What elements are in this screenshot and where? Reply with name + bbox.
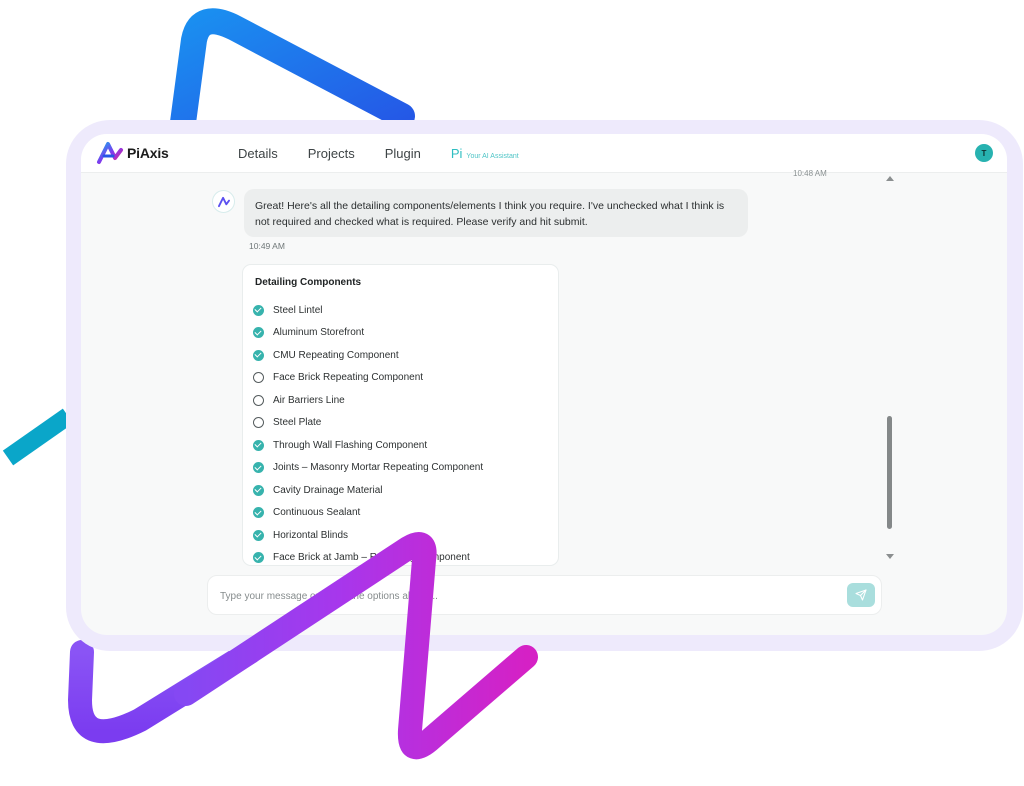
nav-pi-subtitle: Your AI Assistant [466, 152, 519, 160]
top-navigation-bar: PiAxis Details Projects Plugin Pi Your A… [81, 134, 1007, 173]
checkbox-checked[interactable] [253, 349, 264, 361]
checkbox-checked[interactable] [253, 484, 264, 496]
scrollbar-thumb[interactable] [887, 416, 892, 529]
send-icon [855, 589, 867, 601]
component-label: Steel Plate [273, 417, 322, 429]
component-item[interactable]: Through Wall Flashing Component [253, 434, 483, 457]
component-item[interactable]: Aluminum Storefront [253, 322, 483, 345]
component-item[interactable]: Face Brick Repeating Component [253, 367, 483, 390]
chevron-up-icon[interactable] [886, 176, 894, 181]
checkbox-unchecked[interactable] [253, 417, 264, 429]
blue-triangle-stroke [169, 8, 415, 143]
component-item[interactable]: CMU Repeating Component [253, 344, 483, 367]
component-label: Through Wall Flashing Component [273, 439, 428, 451]
component-item[interactable]: Horizontal Blinds [253, 524, 483, 547]
component-label: Cavity Drainage Material [273, 484, 383, 496]
cyan-stroke [2, 408, 74, 466]
nav-plugin[interactable]: Plugin [385, 146, 421, 161]
checkbox-checked[interactable] [253, 529, 264, 541]
nav-projects[interactable]: Projects [308, 146, 355, 161]
component-item[interactable]: Continuous Sealant [253, 502, 483, 525]
checkbox-checked[interactable] [253, 327, 264, 339]
app-window: PiAxis Details Projects Plugin Pi Your A… [81, 134, 1007, 635]
components-checklist: Steel Lintel Aluminum Storefront CMU Repea… [253, 299, 483, 566]
message-composer [207, 575, 882, 616]
component-label: Face Brick Repeating Component [273, 372, 424, 384]
piaxis-small-logo-icon [217, 196, 230, 207]
nav-details[interactable]: Details [238, 146, 278, 161]
main-nav: Details Projects Plugin Pi Your AI Assis… [238, 134, 519, 172]
component-label: Steel Lintel [273, 304, 323, 316]
component-item[interactable]: Cavity Drainage Material [253, 479, 483, 502]
detailing-components-card: Detailing Components Steel Lintel Aluminu… [242, 264, 559, 566]
component-item[interactable]: Face Brick at Jamb – Repeating Component [253, 547, 483, 566]
piaxis-logo-icon [97, 142, 123, 164]
message-input[interactable] [218, 576, 822, 616]
component-label: CMU Repeating Component [273, 349, 399, 361]
component-item[interactable]: Air Barriers Line [253, 389, 483, 412]
checkbox-checked[interactable] [253, 507, 264, 519]
card-title: Detailing Components [255, 277, 362, 288]
message-timestamp: 10:49 AM [249, 241, 285, 251]
chevron-down-icon[interactable] [886, 554, 894, 559]
chat-scrollbar[interactable] [885, 174, 895, 564]
assistant-message-bubble: Great! Here's all the detailing componen… [244, 189, 748, 237]
checkbox-unchecked[interactable] [253, 372, 264, 384]
checkbox-unchecked[interactable] [253, 394, 264, 406]
component-label: Joints – Masonry Mortar Repeating Compon… [273, 462, 484, 474]
checkbox-checked[interactable] [253, 462, 264, 474]
previous-message-time: 10:48 AM [793, 169, 827, 178]
component-label: Air Barriers Line [273, 394, 345, 406]
brand-logo[interactable]: PiAxis [95, 137, 169, 169]
checkbox-checked[interactable] [253, 552, 264, 564]
nav-pi-label: Pi [450, 145, 463, 161]
component-item[interactable]: Steel Lintel [253, 299, 483, 322]
nav-pi-assistant[interactable]: Pi Your AI Assistant [451, 146, 519, 161]
component-label: Continuous Sealant [273, 507, 361, 519]
component-item[interactable]: Steel Plate [253, 412, 483, 435]
checkbox-checked[interactable] [253, 439, 264, 451]
component-item[interactable]: Joints – Masonry Mortar Repeating Compon… [253, 457, 483, 480]
purple-lower-left-stroke [68, 640, 262, 744]
checkbox-checked[interactable] [253, 304, 264, 316]
user-avatar[interactable]: T [975, 144, 993, 162]
brand-name: PiAxis [127, 145, 169, 161]
component-label: Aluminum Storefront [273, 327, 365, 339]
component-label: Horizontal Blinds [273, 529, 349, 541]
send-button[interactable] [847, 583, 875, 607]
assistant-avatar [212, 190, 235, 213]
component-label: Face Brick at Jamb – Repeating Component [273, 552, 470, 564]
